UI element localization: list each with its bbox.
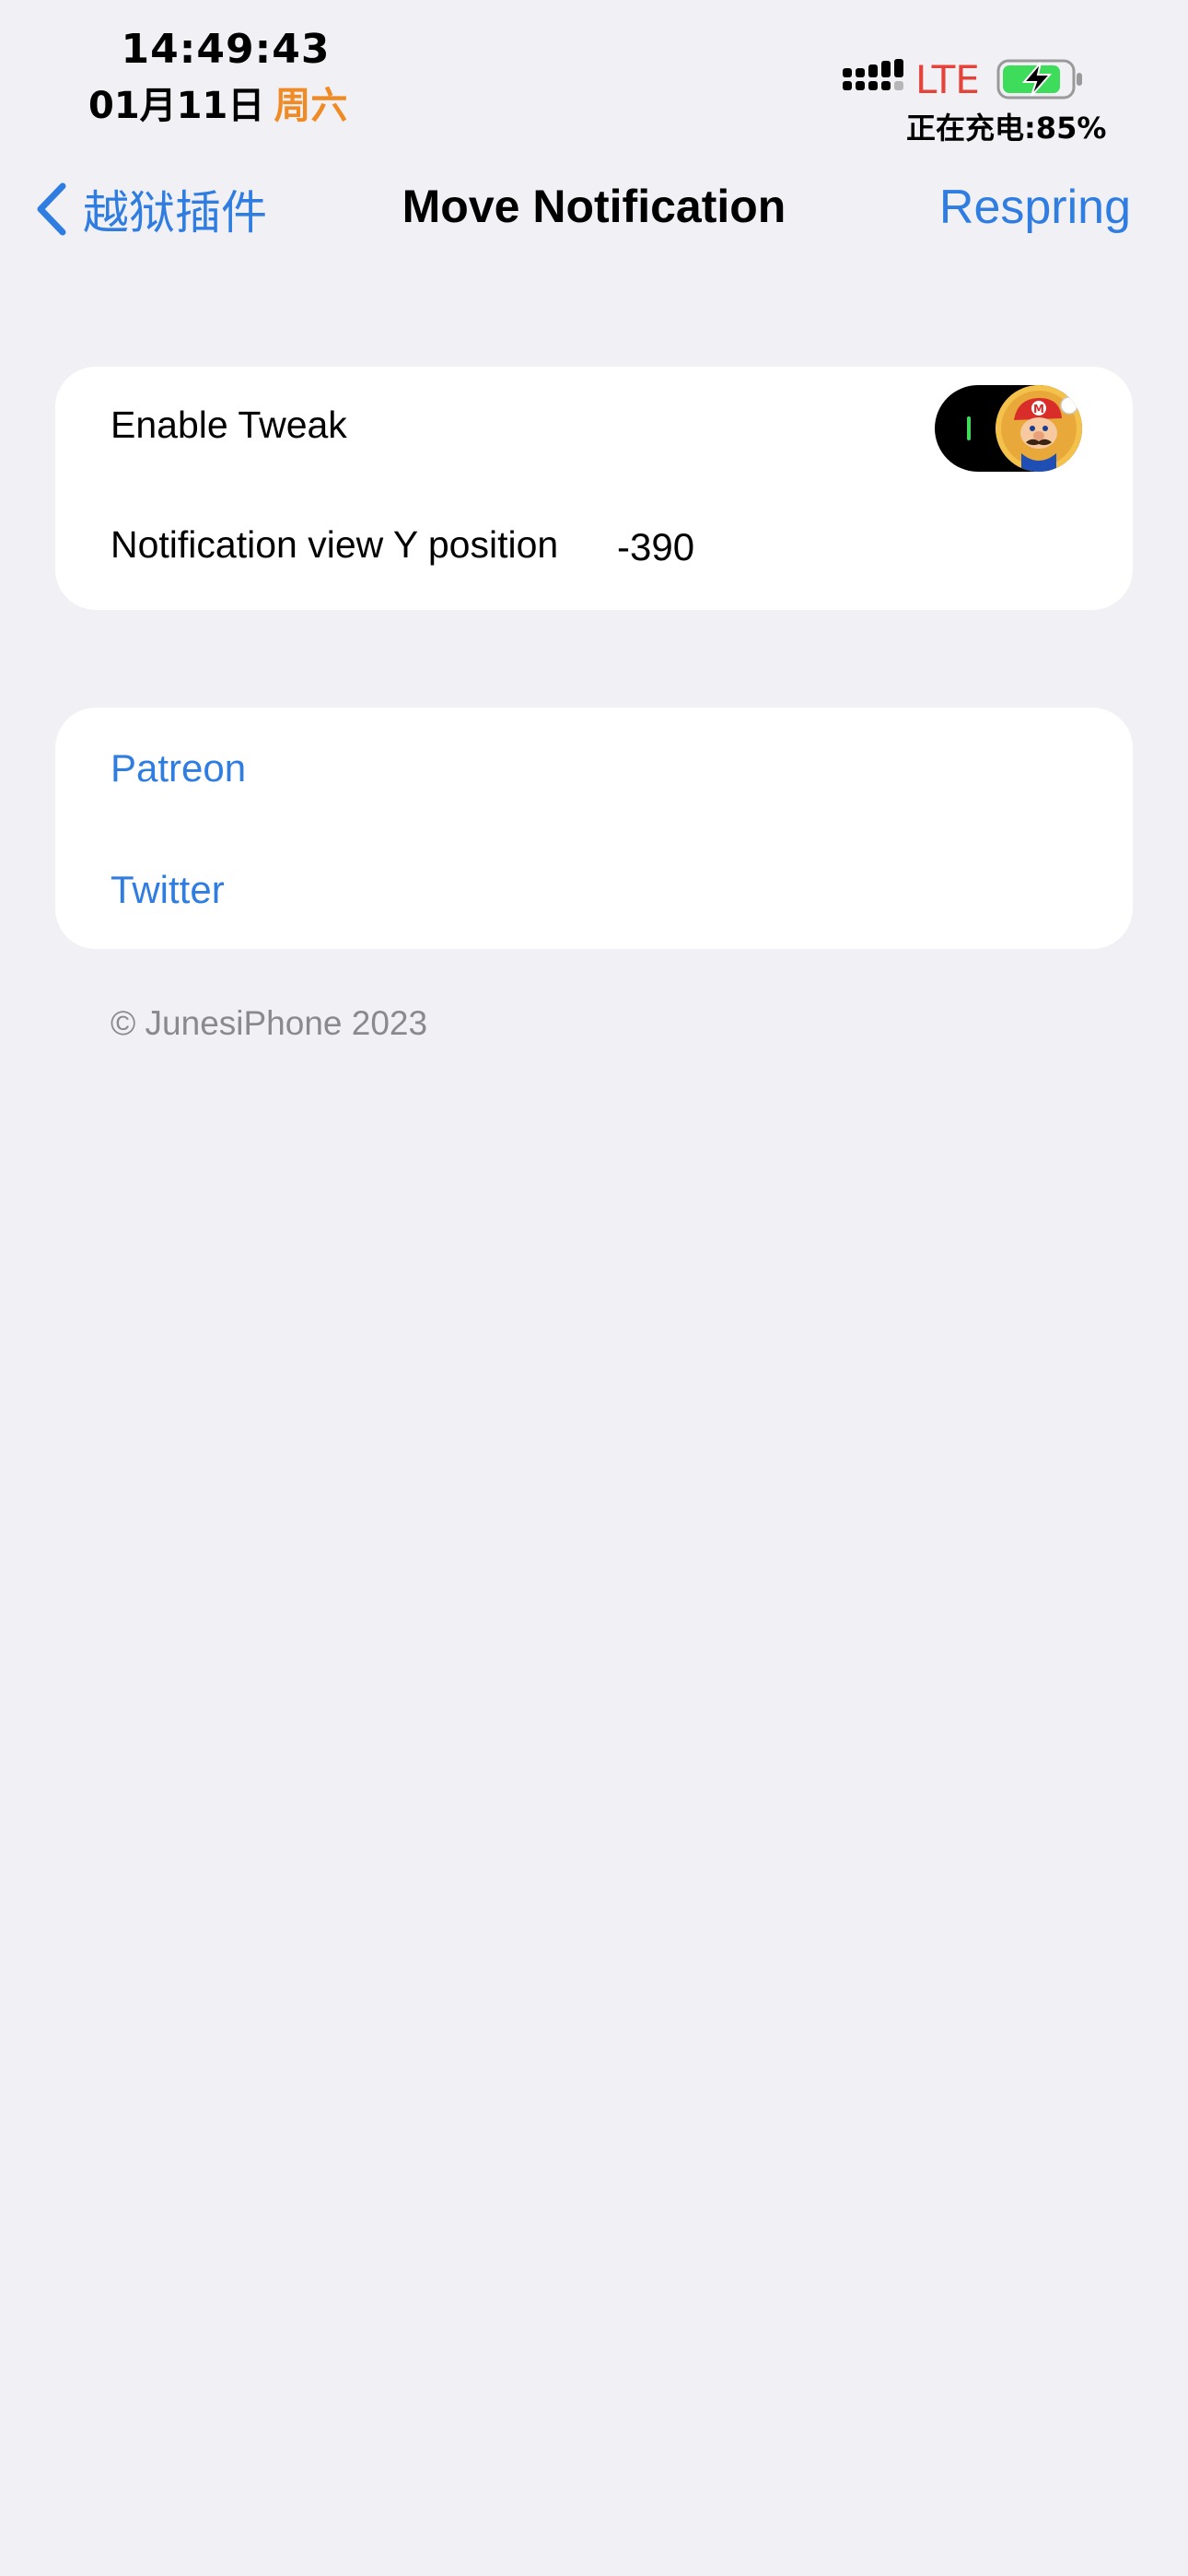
status-date: 01月11日 周六	[88, 76, 347, 129]
battery-charging-icon	[996, 59, 1082, 100]
network-type-label: LTE	[915, 57, 980, 102]
mario-avatar-icon: M	[996, 385, 1082, 472]
twitter-link[interactable]: Twitter	[111, 868, 225, 912]
y-position-field[interactable]	[617, 525, 893, 569]
enable-tweak-toggle[interactable]: M	[935, 385, 1082, 472]
charging-status: 正在充电:85%	[906, 111, 1107, 146]
links-group	[55, 708, 1133, 949]
status-date-text: 01月11日	[88, 85, 265, 127]
respring-button[interactable]: Respring	[939, 180, 1131, 235]
status-time: 14:49:43	[121, 26, 331, 73]
y-position-label: Notification view Y position	[111, 523, 559, 566]
svg-text:M: M	[1033, 403, 1044, 416]
status-weekday: 周六	[274, 85, 348, 127]
copyright-footer: © JunesiPhone 2023	[111, 1004, 428, 1042]
patreon-link[interactable]: Patreon	[111, 746, 246, 790]
toggle-on-indicator	[967, 416, 971, 440]
cellular-signal-icon	[843, 59, 903, 90]
enable-tweak-label: Enable Tweak	[111, 404, 347, 446]
